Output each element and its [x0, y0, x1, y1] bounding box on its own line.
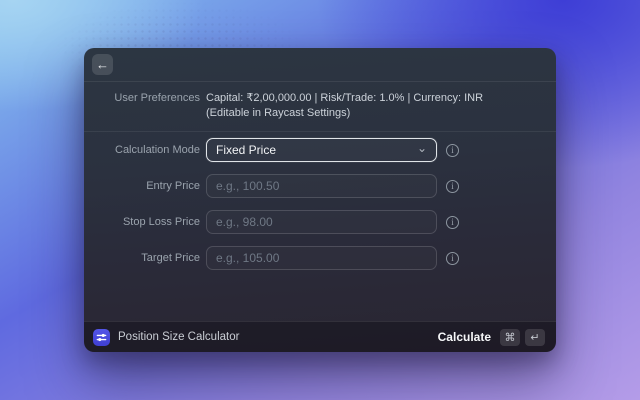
form-row-target-price: Target Price i	[84, 246, 556, 270]
calculation-mode-label: Calculation Mode	[115, 144, 200, 156]
form-row-stop-loss-price: Stop Loss Price i	[84, 210, 556, 234]
stop-loss-price-label: Stop Loss Price	[122, 216, 200, 228]
command-key-icon: ⌘	[500, 328, 520, 346]
user-preferences-value: Capital: ₹2,00,000.00 | Risk/Trade: 1.0%…	[206, 91, 483, 121]
user-preferences-section: User Preferences Capital: ₹2,00,000.00 |…	[84, 82, 556, 132]
preferences-line-editable-note: (Editable in Raycast Settings)	[206, 107, 351, 119]
sliders-icon	[96, 333, 107, 341]
calculation-mode-dropdown[interactable]: Fixed Price ⌄	[206, 138, 437, 162]
info-icon[interactable]: i	[446, 215, 459, 229]
entry-price-label: Entry Price	[146, 180, 200, 192]
return-key-icon: ↵	[525, 328, 545, 346]
raycast-window: ← User Preferences Capital: ₹2,00,000.00…	[84, 48, 556, 352]
extension-title: Position Size Calculator	[118, 331, 240, 343]
info-icon[interactable]: i	[446, 179, 459, 193]
window-footer: Position Size Calculator Calculate ⌘ ↵	[84, 321, 556, 352]
form-row-entry-price: Entry Price i	[84, 174, 556, 198]
stop-loss-price-input[interactable]	[206, 210, 437, 234]
extension-icon	[93, 328, 110, 346]
target-price-label: Target Price	[141, 252, 200, 264]
calculate-label: Calculate	[437, 330, 491, 344]
window-header: ←	[84, 48, 556, 82]
user-preferences-label: User Preferences	[114, 92, 200, 104]
back-button[interactable]: ←	[92, 54, 113, 75]
preferences-line-capital-risk-currency: Capital: ₹2,00,000.00 | Risk/Trade: 1.0%…	[206, 92, 484, 104]
dropdown-selected-value: Fixed Price	[216, 143, 277, 157]
info-icon[interactable]: i	[446, 251, 459, 265]
calculate-button[interactable]: Calculate ⌘ ↵	[436, 326, 547, 349]
calculator-form: Calculation Mode Fixed Price ⌄ i Entry P…	[84, 132, 556, 282]
entry-price-input[interactable]	[206, 174, 437, 198]
target-price-input[interactable]	[206, 246, 437, 270]
info-icon[interactable]: i	[446, 143, 459, 157]
form-row-calculation-mode: Calculation Mode Fixed Price ⌄ i	[84, 138, 556, 162]
back-arrow-icon: ←	[96, 57, 109, 72]
